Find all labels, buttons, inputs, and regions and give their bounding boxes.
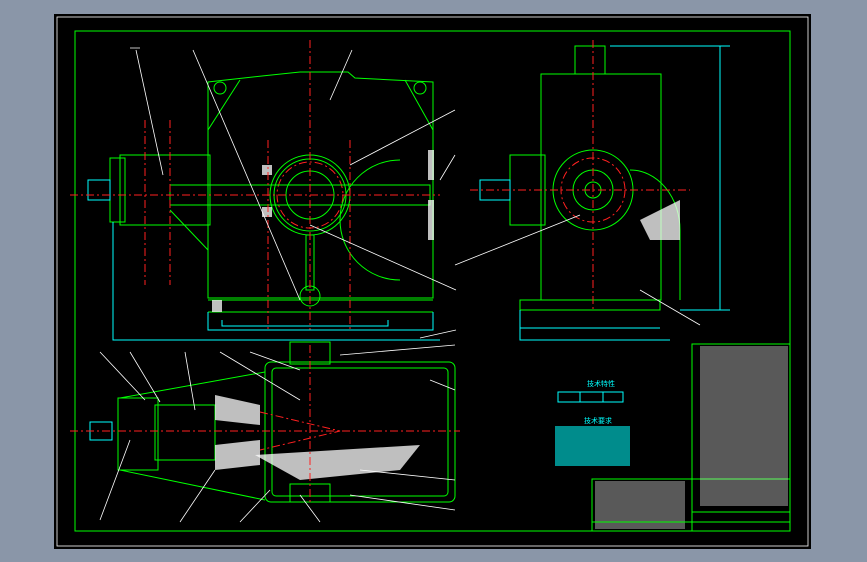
front-view xyxy=(70,40,457,341)
cad-drawing: 技术特性 技术要求 xyxy=(56,16,809,547)
technical-notes: 技术特性 技术要求 xyxy=(555,379,630,466)
side-view xyxy=(454,40,730,341)
drawing-sheet: 技术特性 技术要求 xyxy=(54,14,811,549)
requirements-title: 技术要求 xyxy=(584,416,612,425)
characteristics-title: 技术特性 xyxy=(587,379,615,388)
plan-view xyxy=(70,341,460,523)
